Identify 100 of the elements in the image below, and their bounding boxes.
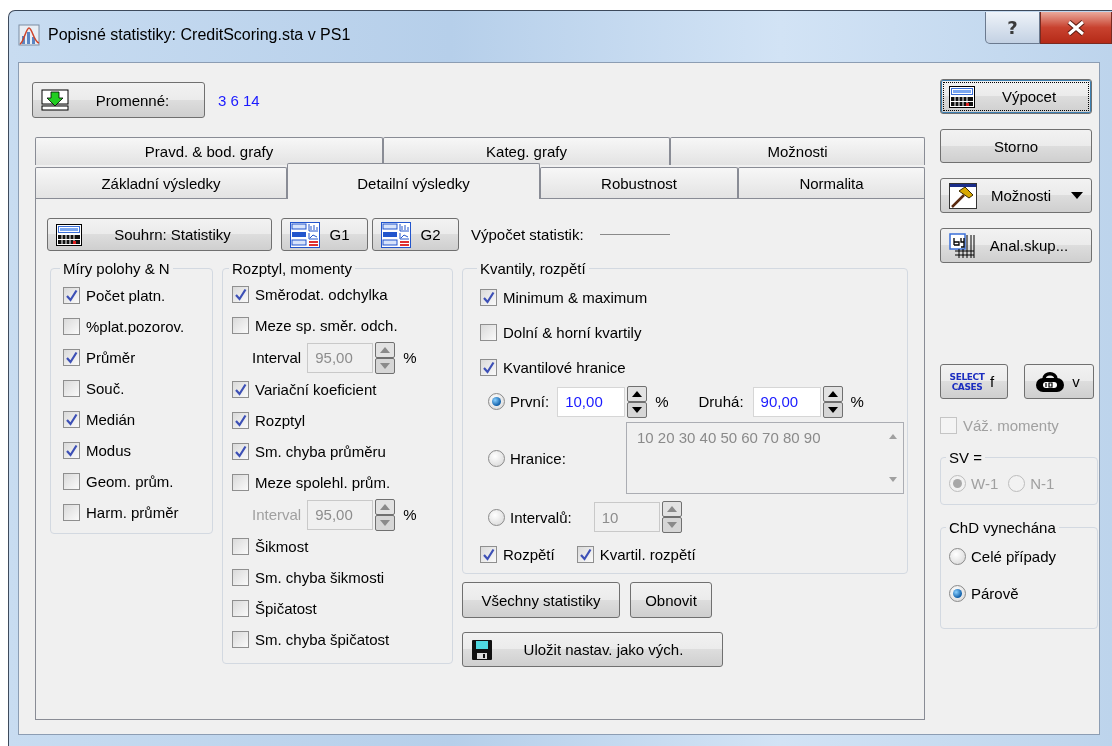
- unit-label: %: [403, 349, 417, 366]
- checkbox[interactable]: [232, 569, 249, 586]
- number-field[interactable]: 90,00: [752, 386, 821, 417]
- tab[interactable]: Pravd. & bod. grafy: [35, 137, 383, 165]
- spinner[interactable]: [822, 385, 843, 418]
- radio-label: Celé případy: [971, 548, 1057, 565]
- checkbox[interactable]: [63, 380, 80, 397]
- checkbox[interactable]: [63, 473, 80, 490]
- options-menu-button[interactable]: Možnosti: [940, 178, 1092, 213]
- unit-label: %: [403, 506, 417, 523]
- spreadsheet-icon: [56, 223, 82, 246]
- tab[interactable]: Robustnost: [540, 167, 738, 198]
- spinner[interactable]: [627, 385, 648, 418]
- action-button[interactable]: Obnovit: [630, 582, 712, 618]
- action-button[interactable]: Všechny statistiky: [462, 582, 620, 618]
- summary-button[interactable]: Souhrn: Statistiky: [47, 218, 272, 251]
- group-title: SV =: [948, 449, 983, 466]
- checkbox-label: %plat.pozorov.: [86, 318, 185, 335]
- checkbox-label: Geom. prům.: [86, 473, 174, 490]
- checkbox-label: Rozpětí: [503, 545, 555, 563]
- cancel-button[interactable]: Storno: [940, 129, 1092, 163]
- checkbox[interactable]: [232, 317, 249, 334]
- checkbox-label: Šikmost: [255, 538, 309, 555]
- checkbox-label: Kvartil. rozpětí: [599, 545, 696, 563]
- tab[interactable]: Normalita: [738, 167, 925, 198]
- chart-icon: [18, 24, 40, 46]
- radio-label: První:: [510, 393, 550, 410]
- checkbox-label: Počet platn.: [86, 287, 166, 304]
- arrow-down-icon: [41, 89, 69, 111]
- graph-button[interactable]: G2: [372, 218, 459, 251]
- compute-button[interactable]: Výpocet: [940, 79, 1092, 114]
- checkbox-label: Meze sp. směr. odch.: [255, 317, 398, 334]
- weight-icon: [1033, 369, 1067, 394]
- close-icon: [1066, 19, 1086, 36]
- group-title: Rozptyl, momenty: [231, 260, 354, 277]
- interval-label: Interval: [252, 349, 302, 366]
- checkbox-label: Rozptyl: [255, 412, 306, 429]
- number-field[interactable]: 10,00: [557, 386, 626, 417]
- radio-label: W-1: [971, 474, 999, 492]
- checkbox[interactable]: [63, 442, 80, 459]
- checkbox[interactable]: [232, 538, 249, 555]
- checkbox-label: Souč.: [86, 380, 125, 397]
- radio-button[interactable]: [949, 585, 966, 602]
- checkbox-label: Meze spolehl. prům.: [255, 474, 391, 491]
- checkbox[interactable]: [232, 600, 249, 617]
- by-group-button[interactable]: Anal.skup...: [940, 228, 1092, 263]
- caret-icon: [1071, 192, 1083, 199]
- checkbox-label: Špičatost: [255, 600, 317, 617]
- checkbox[interactable]: [232, 286, 249, 303]
- graph-table-icon: [381, 221, 411, 248]
- checkbox-label: Sm. chyba průměru: [255, 443, 386, 460]
- checkbox-label: Medián: [86, 411, 136, 428]
- checkbox-label: Modus: [86, 442, 132, 459]
- checkbox[interactable]: [232, 381, 249, 398]
- hammer-icon: [949, 182, 977, 209]
- help-button[interactable]: ?: [985, 12, 1040, 44]
- checkbox[interactable]: [232, 412, 249, 429]
- checkbox[interactable]: [576, 545, 594, 563]
- graph-button[interactable]: G1: [281, 218, 368, 251]
- interval-label: Interval: [252, 506, 302, 523]
- checkbox[interactable]: [63, 411, 80, 428]
- checkbox[interactable]: [232, 443, 249, 460]
- tab[interactable]: Možnosti: [670, 137, 925, 165]
- checkbox[interactable]: [63, 318, 80, 335]
- checkbox[interactable]: [232, 474, 249, 491]
- checkbox[interactable]: [63, 287, 80, 304]
- radio-button[interactable]: [949, 548, 966, 565]
- group-title: Míry polohy & N: [62, 260, 171, 277]
- tool-button[interactable]: v: [1024, 364, 1094, 399]
- checkbox-label: Sm. chyba špičatost: [255, 631, 390, 648]
- radio-label: Intervalů:: [510, 508, 572, 526]
- group-title: ChD vynechána: [948, 519, 1057, 536]
- group-title: Kvantily, rozpětí: [479, 260, 587, 277]
- checkbox[interactable]: [480, 359, 497, 376]
- radio-label: N-1: [1030, 474, 1055, 492]
- variable-list: 3 6 14: [218, 91, 260, 109]
- window-title: Popisné statistiky: CreditScoring.sta v PS1: [48, 25, 351, 45]
- radio-button[interactable]: [488, 449, 505, 467]
- checkbox-label: Dolní & horní kvartily: [503, 324, 642, 341]
- radio-button[interactable]: [488, 508, 505, 526]
- tab[interactable]: Detailní výsledky: [287, 163, 540, 199]
- checkbox[interactable]: [63, 349, 80, 366]
- tab[interactable]: Kateg. grafy: [383, 137, 670, 165]
- spreadsheet-icon: [949, 85, 975, 108]
- close-button[interactable]: [1040, 12, 1112, 44]
- unit-label: %: [655, 393, 669, 410]
- checkbox-label: Průměr: [86, 349, 136, 366]
- save-defaults-button[interactable]: Uložit nastav. jako vých.: [462, 632, 723, 667]
- checkbox[interactable]: [63, 504, 80, 521]
- radio-button[interactable]: [488, 393, 505, 410]
- checkbox[interactable]: [232, 631, 249, 648]
- radio-label: Hranice:: [510, 449, 566, 467]
- checkbox-label: Variační koeficient: [255, 381, 377, 398]
- checkbox[interactable]: [480, 324, 497, 341]
- variables-button[interactable]: Promenné:: [32, 82, 205, 118]
- checkbox[interactable]: [480, 545, 497, 563]
- checkbox-label: Směrodat. odchylka: [255, 286, 388, 303]
- tab[interactable]: Základní výsledky: [35, 167, 287, 198]
- checkbox[interactable]: [480, 289, 497, 306]
- checkbox-label: Minimum & maximum: [503, 289, 648, 306]
